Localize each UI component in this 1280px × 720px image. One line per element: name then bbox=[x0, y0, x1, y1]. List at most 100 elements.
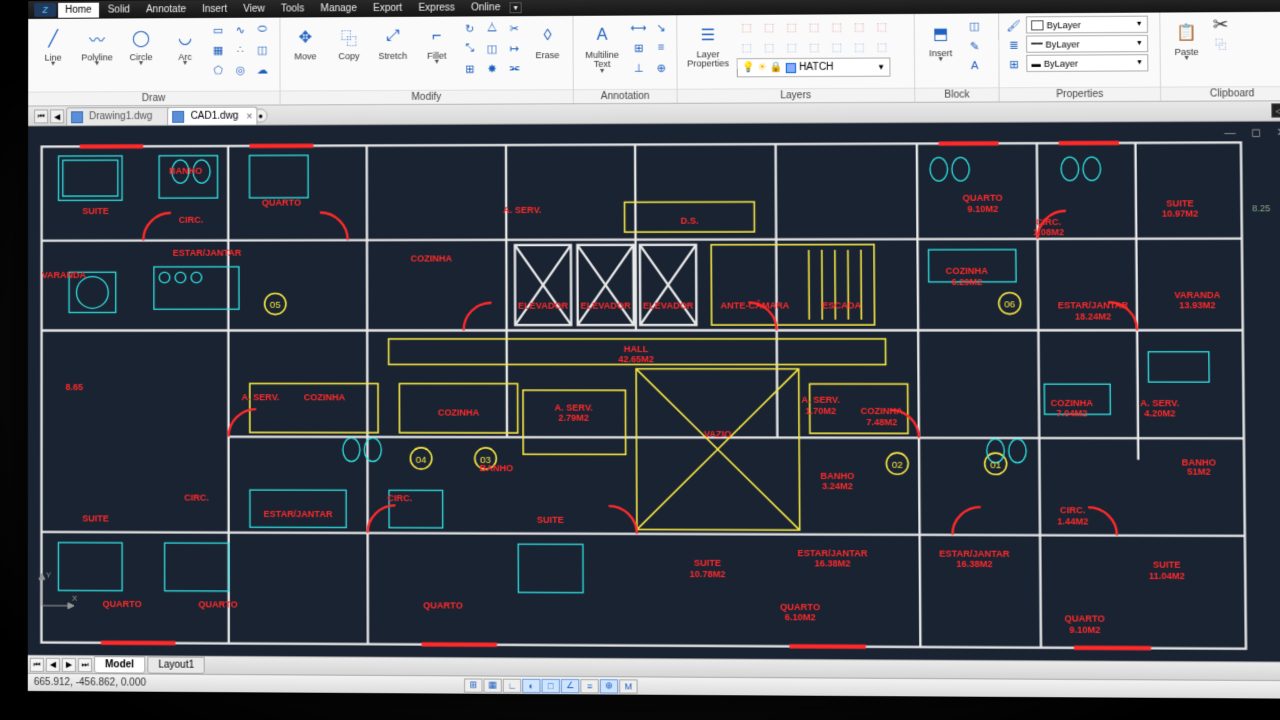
layout-nav-prev-icon[interactable]: ◀ bbox=[46, 657, 60, 671]
line-button[interactable]: ╱Line▼ bbox=[32, 22, 74, 71]
erase-button[interactable]: ◊Erase bbox=[526, 19, 568, 64]
match-props-icon[interactable]: 🖌 bbox=[1003, 16, 1024, 34]
array-icon[interactable]: ⊞ bbox=[460, 60, 480, 78]
otrack-toggle[interactable]: ∠ bbox=[561, 678, 579, 692]
list-icon[interactable]: ≣ bbox=[1003, 36, 1024, 54]
fillet-button[interactable]: ⌐Fillet▼ bbox=[416, 20, 458, 70]
tab-nav-prev-icon[interactable]: ◀ bbox=[50, 109, 64, 123]
move-button[interactable]: ✥Move bbox=[284, 20, 326, 65]
menu-tools[interactable]: Tools bbox=[274, 1, 312, 16]
menu-online[interactable]: Online bbox=[464, 0, 507, 15]
lineweight-combo[interactable]: ▬ByLayer▼ bbox=[1026, 54, 1148, 72]
props-palette-icon[interactable]: ⊞ bbox=[1004, 55, 1025, 73]
lwt-toggle[interactable]: ≡ bbox=[580, 679, 598, 693]
menu-manage[interactable]: Manage bbox=[313, 1, 364, 16]
ellipse-icon[interactable]: ⬭ bbox=[252, 21, 272, 39]
layer-lock-icon[interactable]: ⬚ bbox=[804, 17, 825, 35]
snap-toggle[interactable]: ⊞ bbox=[464, 678, 482, 692]
ordinate-icon[interactable]: ⊥ bbox=[629, 59, 649, 77]
block-edit-icon[interactable]: ✎ bbox=[964, 37, 985, 55]
layer-merge-icon[interactable]: ⬚ bbox=[849, 37, 870, 55]
hatch-icon[interactable]: ▦ bbox=[208, 41, 228, 59]
layer-uniso-icon[interactable]: ⬚ bbox=[782, 38, 803, 56]
leader-icon[interactable]: ↘ bbox=[651, 18, 671, 36]
layer-on-icon[interactable]: ⬚ bbox=[737, 38, 758, 56]
layout-nav-first-icon[interactable]: ⏮ bbox=[30, 657, 44, 671]
menu-export[interactable]: Export bbox=[366, 0, 409, 15]
layer-iso-icon[interactable]: ⬚ bbox=[781, 18, 802, 36]
trim-icon[interactable]: ✂ bbox=[504, 19, 524, 37]
chevron-down-icon: ▼ bbox=[1136, 59, 1143, 66]
polyline-button[interactable]: 〰Polyline▼ bbox=[76, 21, 118, 70]
doc-tab-cad1[interactable]: CAD1.dwg× bbox=[167, 107, 257, 125]
layer-unlock-icon[interactable]: ⬚ bbox=[804, 38, 825, 56]
layer-match-icon[interactable]: ⬚ bbox=[826, 17, 847, 35]
block-create-icon[interactable]: ◫ bbox=[964, 17, 985, 35]
polygon-icon[interactable]: ⬠ bbox=[208, 61, 228, 79]
layer-prev-icon[interactable]: ⬚ bbox=[849, 17, 870, 35]
grid-toggle[interactable]: ▦ bbox=[483, 678, 501, 692]
model-toggle[interactable]: M bbox=[619, 679, 637, 693]
table-icon[interactable]: ⊞ bbox=[628, 39, 648, 57]
tab-nav-first-icon[interactable]: ⏮ bbox=[34, 109, 48, 123]
point-icon[interactable]: ∴ bbox=[230, 41, 250, 59]
block-attr-icon[interactable]: A bbox=[964, 57, 985, 75]
rectangle-icon[interactable]: ▭ bbox=[208, 21, 228, 39]
revision-icon[interactable]: ☁ bbox=[252, 61, 272, 79]
layer-walk-icon[interactable]: ⬚ bbox=[827, 38, 848, 56]
linetype-combo[interactable]: ━━ByLayer▼ bbox=[1026, 35, 1148, 53]
menu-annotate[interactable]: Annotate bbox=[139, 2, 193, 17]
panel-annotation-title: Annotation bbox=[574, 89, 677, 104]
menu-view[interactable]: View bbox=[236, 1, 272, 16]
mirror-icon[interactable]: ⧊ bbox=[482, 19, 502, 37]
menu-insert[interactable]: Insert bbox=[195, 1, 234, 16]
stretch-button[interactable]: ⤢Stretch bbox=[372, 20, 414, 65]
layer-off-icon[interactable]: ⬚ bbox=[736, 18, 757, 36]
scale-icon[interactable]: ⤡ bbox=[460, 39, 480, 57]
field-icon[interactable]: ≡ bbox=[651, 38, 671, 56]
layout-nav-last-icon[interactable]: ⏭ bbox=[78, 658, 92, 672]
layer-combo[interactable]: 💡 ☀ 🔒 HATCH ▼ bbox=[737, 57, 891, 77]
layer-delete-icon[interactable]: ⬚ bbox=[872, 37, 893, 55]
polar-toggle[interactable]: ◐ bbox=[522, 678, 540, 692]
center-icon[interactable]: ⊕ bbox=[651, 59, 671, 77]
svg-text:3.24M2: 3.24M2 bbox=[822, 481, 853, 491]
layer-freeze-icon[interactable]: ⬚ bbox=[759, 18, 780, 36]
dimension-icon[interactable]: ⟷ bbox=[628, 18, 648, 36]
spline-icon[interactable]: ∿ bbox=[230, 21, 250, 39]
viewport-controls[interactable]: — ◻ ✕ bbox=[1224, 126, 1280, 139]
join-icon[interactable]: ⫘ bbox=[504, 59, 524, 77]
offset-icon[interactable]: ◫ bbox=[482, 39, 502, 57]
circle-button[interactable]: ◯Circle▼ bbox=[120, 21, 162, 70]
layout-tab-layout1[interactable]: Layout1 bbox=[147, 656, 205, 673]
menu-overflow-icon[interactable]: ▾ bbox=[509, 2, 521, 13]
region-icon[interactable]: ◫ bbox=[252, 41, 272, 59]
layer-thaw-icon[interactable]: ⬚ bbox=[759, 38, 780, 56]
dyn-toggle[interactable]: ⊕ bbox=[600, 679, 618, 693]
menu-home[interactable]: Home bbox=[58, 2, 99, 17]
cut-icon[interactable]: ✂ bbox=[1210, 15, 1231, 33]
menu-express[interactable]: Express bbox=[411, 0, 462, 15]
layout-nav-next-icon[interactable]: ▶ bbox=[62, 657, 76, 671]
doc-tab-drawing1[interactable]: Drawing1.dwg bbox=[66, 107, 171, 125]
ortho-toggle[interactable]: ∟ bbox=[503, 678, 521, 692]
layout-tab-model[interactable]: Model bbox=[94, 656, 145, 673]
tab-scroll-left-icon[interactable]: ◁ bbox=[1271, 103, 1280, 117]
copy-clip-icon[interactable]: ⿻ bbox=[1210, 35, 1231, 53]
layer-state-icon[interactable]: ⬚ bbox=[872, 17, 893, 35]
paste-button[interactable]: 📋Paste▼ bbox=[1164, 15, 1208, 65]
copy-button[interactable]: ⿻Copy bbox=[328, 20, 370, 65]
donut-icon[interactable]: ◎ bbox=[230, 61, 250, 79]
close-tab-icon[interactable]: × bbox=[246, 110, 252, 122]
arc-button[interactable]: ◡Arc▼ bbox=[164, 21, 206, 70]
osnap-toggle[interactable]: □ bbox=[542, 678, 560, 692]
layer-properties-button[interactable]: ☰Layer Properties bbox=[681, 18, 734, 72]
mtext-button[interactable]: AMultiline Text▼ bbox=[578, 19, 627, 78]
extend-icon[interactable]: ↦ bbox=[504, 39, 524, 57]
menu-solid[interactable]: Solid bbox=[101, 2, 137, 17]
drawing-canvas[interactable]: — ◻ ✕ 3.50 0.55 6.70 2.90 1.00 2.10 9.65… bbox=[28, 122, 1280, 662]
explode-icon[interactable]: ✸ bbox=[482, 59, 502, 77]
insert-button[interactable]: ⬒Insert▼ bbox=[919, 17, 963, 67]
color-combo[interactable]: ByLayer▼ bbox=[1026, 16, 1148, 34]
rotate-icon[interactable]: ↻ bbox=[460, 19, 480, 37]
